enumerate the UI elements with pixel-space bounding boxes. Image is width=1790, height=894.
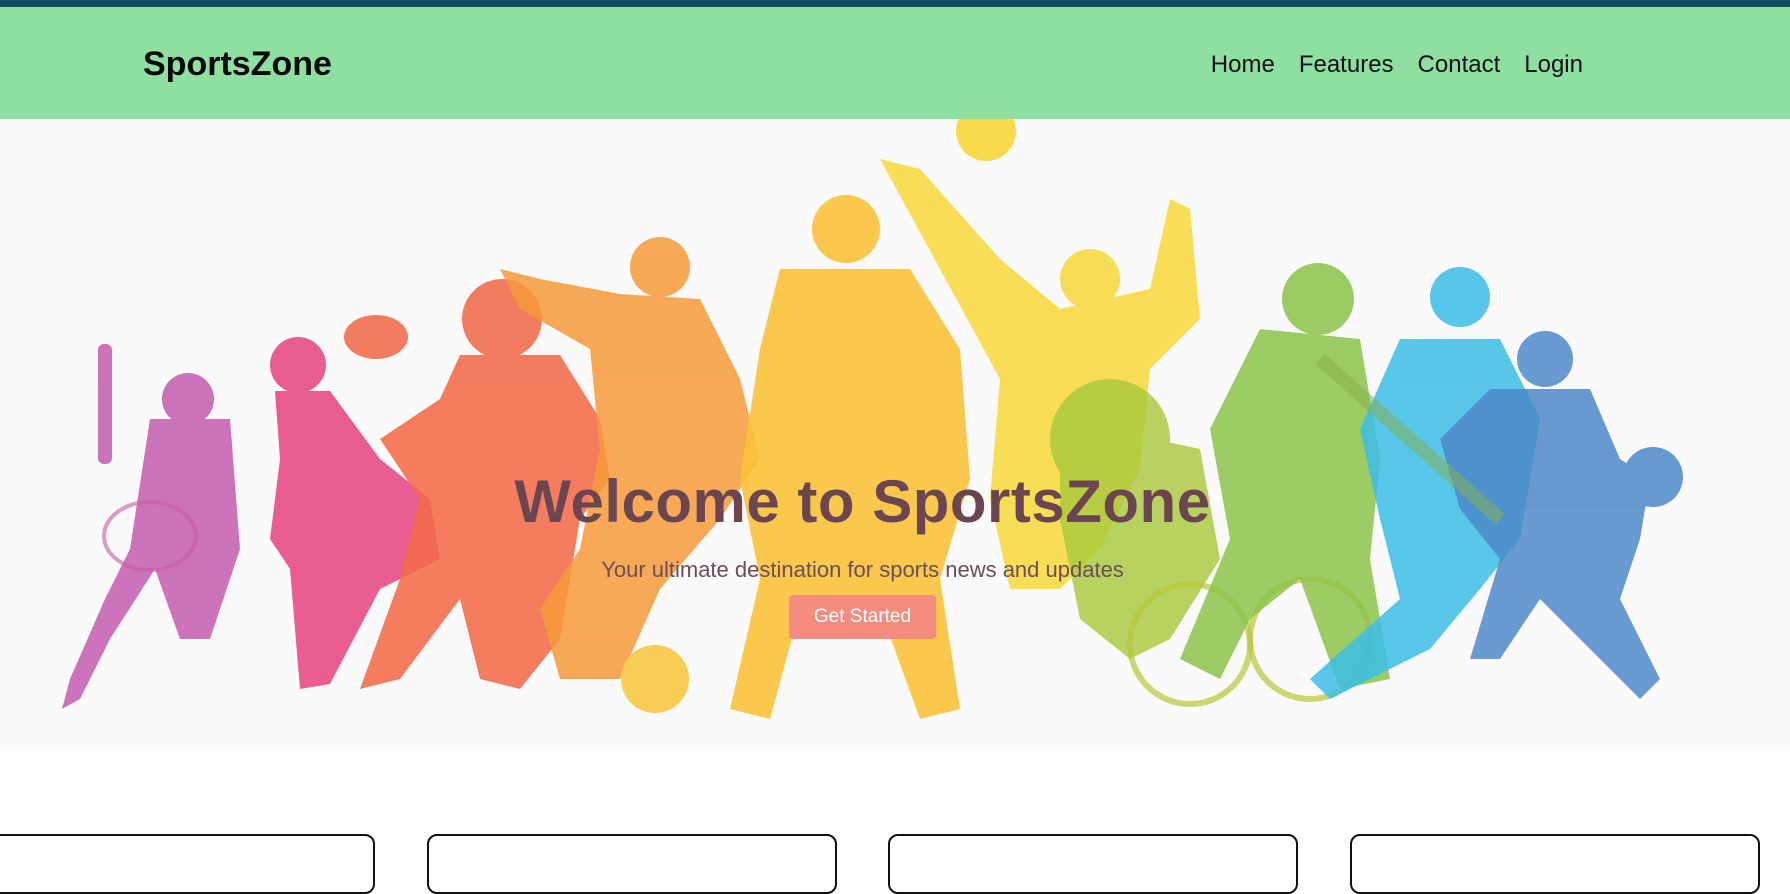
nav-contact-link[interactable]: Contact	[1418, 51, 1501, 79]
nav-features-link[interactable]: Features	[1299, 51, 1394, 79]
nav-home-link[interactable]: Home	[1211, 51, 1275, 79]
sports-silhouettes-illustration	[62, 119, 1683, 719]
feature-card-4[interactable]	[1350, 834, 1760, 894]
hero-section: Welcome to SportsZone Your ultimate dest…	[0, 119, 1790, 749]
top-accent-bar	[0, 0, 1790, 7]
feature-card-2[interactable]	[427, 834, 837, 894]
feature-card-3[interactable]	[888, 834, 1298, 894]
main-nav: Home Features Contact Login	[1211, 51, 1583, 79]
hero-subtitle: Your ultimate destination for sports new…	[601, 557, 1124, 582]
brand-logo[interactable]: SportsZone	[143, 45, 332, 84]
nav-login-link[interactable]: Login	[1524, 51, 1583, 79]
feature-card-1[interactable]	[0, 834, 375, 894]
get-started-button[interactable]: Get Started	[789, 595, 936, 639]
site-header: SportsZone Home Features Contact Login	[0, 7, 1790, 119]
hero-title: Welcome to SportsZone	[514, 468, 1211, 535]
